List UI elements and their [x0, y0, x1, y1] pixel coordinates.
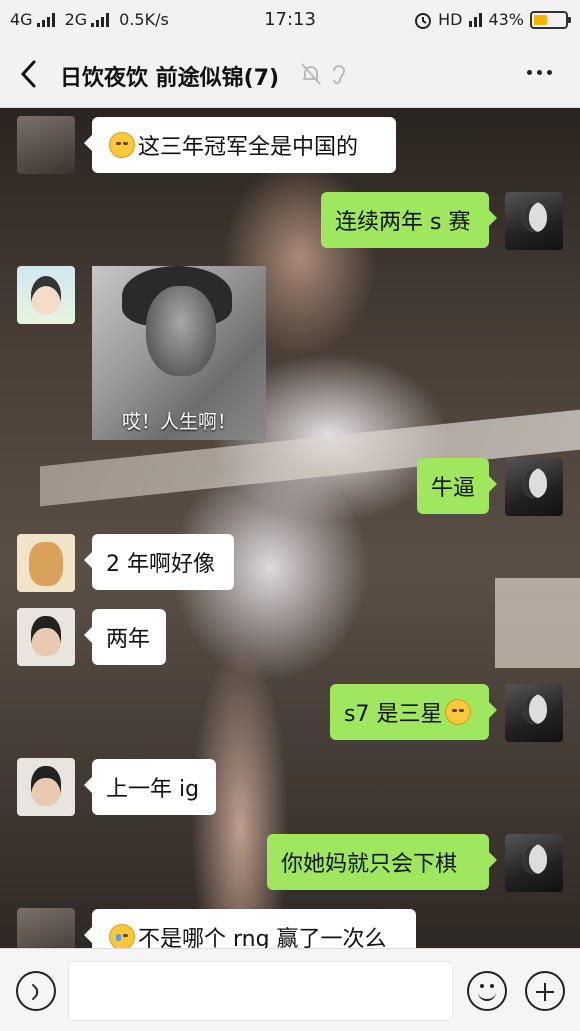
avatar-self[interactable] — [505, 684, 563, 742]
smiley-icon[interactable] — [467, 971, 507, 1011]
back-arrow-icon[interactable] — [14, 56, 46, 92]
volte-signal-icon — [469, 12, 483, 27]
crying-laugh-emoji-icon — [109, 924, 135, 948]
message-bubble-incoming[interactable]: 不是哪个 rng 赢了一次么 — [84, 909, 416, 948]
message-bubble-incoming[interactable]: 2 年啊好像 — [84, 534, 234, 590]
chat-title: 日饮夜饮 前途似锦(7) — [60, 66, 280, 91]
message-text: 连续两年 s 赛 — [335, 210, 471, 235]
earpiece-icon — [333, 65, 346, 84]
avatar[interactable] — [17, 758, 75, 816]
alarm-icon — [415, 12, 432, 29]
message-text: 上一年 ig — [106, 777, 200, 802]
message-text: 这三年冠军全是中国的 — [138, 135, 359, 160]
status-bar: 4G 2G 0.5K/s 17:13 HD 43% — [0, 0, 580, 40]
voice-icon[interactable] — [16, 971, 56, 1011]
background-drawer — [495, 578, 580, 668]
message-text: 2 年啊好像 — [106, 552, 215, 577]
message-text: 不是哪个 rng 赢了一次么 — [138, 927, 387, 948]
avatar[interactable] — [17, 266, 75, 324]
bell-muted-icon — [301, 63, 321, 85]
message-bubble-outgoing[interactable]: 连续两年 s 赛 — [321, 192, 497, 248]
battery-icon — [530, 10, 571, 29]
battery-percent: 43% — [488, 10, 524, 29]
message-bubble-incoming[interactable]: 这三年冠军全是中国的 — [84, 117, 396, 173]
input-bar — [0, 948, 580, 1031]
sticker-caption: 哎！人生啊！ — [121, 411, 236, 433]
avatar[interactable] — [17, 116, 75, 174]
hd-label: HD — [438, 10, 463, 29]
message-text: 牛逼 — [431, 476, 476, 501]
message-bubble-incoming[interactable]: 两年 — [84, 609, 166, 665]
chat-message-list[interactable]: 这三年冠军全是中国的 连续两年 s 赛 哎！人生啊！ 牛逼 2 年啊好像 两年 … — [0, 108, 580, 948]
message-text: 两年 — [106, 627, 151, 652]
avatar[interactable] — [17, 908, 75, 948]
message-input[interactable] — [68, 961, 453, 1021]
message-text: 你她妈就只会下棋 — [281, 852, 458, 877]
sticker-image[interactable]: 哎！人生啊！ — [92, 266, 266, 440]
system-status: HD 43% — [414, 10, 571, 29]
avatar-self[interactable] — [505, 192, 563, 250]
avatar-self[interactable] — [505, 458, 563, 516]
more-dots-icon[interactable] — [527, 70, 552, 75]
avatar[interactable] — [17, 608, 75, 666]
avatar[interactable] — [17, 534, 75, 592]
smirk-emoji-icon — [109, 132, 135, 158]
chat-header: 日饮夜饮 前途似锦(7) — [0, 40, 580, 108]
avatar-self[interactable] — [505, 834, 563, 892]
battery-level-fill — [534, 14, 547, 25]
message-bubble-incoming[interactable]: 上一年 ig — [84, 759, 216, 815]
relieved-emoji-icon — [445, 699, 472, 725]
message-bubble-outgoing[interactable]: 牛逼 — [417, 458, 497, 514]
message-bubble-outgoing[interactable]: 你她妈就只会下棋 — [267, 834, 497, 890]
message-text: s7 是三星 — [344, 702, 443, 727]
plus-icon[interactable] — [525, 971, 565, 1011]
message-bubble-outgoing[interactable]: s7 是三星 — [330, 684, 497, 740]
